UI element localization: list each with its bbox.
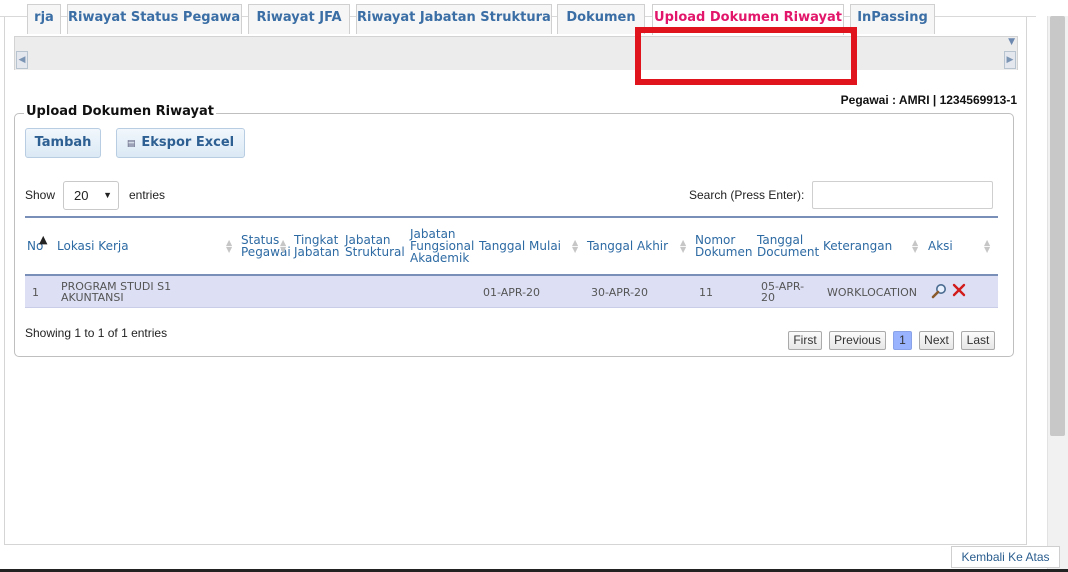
column-header-tingkat-line-2: Jabatan bbox=[294, 245, 340, 259]
add-button[interactable]: Tambah bbox=[25, 128, 101, 158]
cell-nomor-dokumen: 11 bbox=[699, 285, 713, 299]
tab-upload-dokumen-riwayat-label: Upload Dokumen Riwayat bbox=[654, 10, 842, 25]
cell-lokasi-kerja: PROGRAM STUDI S1 AKUNTANSI bbox=[61, 276, 171, 308]
chevron-down-icon: ▼ bbox=[103, 190, 112, 200]
search-label: Search (Press Enter): bbox=[689, 188, 805, 202]
tab-scroll-right-icon[interactable]: ▶ bbox=[1004, 51, 1016, 69]
tab-dokumen-label: Dokumen bbox=[566, 10, 636, 25]
cell-tanggal-akhir: 30-APR-20 bbox=[591, 285, 649, 299]
table-info: Showing 1 to 1 of 1 entries bbox=[25, 326, 168, 340]
tab-scroll-left-icon[interactable]: ◀ bbox=[16, 51, 28, 69]
entries-label: entries bbox=[129, 188, 166, 202]
column-header-tanggal-mulai[interactable]: Tanggal Mulai bbox=[479, 218, 561, 274]
column-header-nomor-line-2: Dokumen bbox=[695, 245, 753, 259]
pagination-previous-button[interactable]: Previous bbox=[829, 331, 886, 350]
back-to-top-link[interactable]: Kembali Ke Atas bbox=[951, 546, 1060, 568]
tab-upload-dokumen-riwayat[interactable]: Upload Dokumen Riwayat bbox=[652, 4, 844, 35]
cell-tanggal-mulai: 01-APR-20 bbox=[483, 285, 541, 299]
employee-info: Pegawai : AMRI | 1234569913-1 bbox=[840, 93, 1017, 107]
sort-icon: ▲ ▼ bbox=[984, 238, 991, 254]
printer-icon: ▤ bbox=[126, 139, 136, 149]
tab-riwayat-jabatan-struktural[interactable]: Riwayat Jabatan Struktural bbox=[356, 4, 552, 34]
sort-icon: ▲ ▼ bbox=[912, 238, 919, 254]
column-header-jabstruk-line-2: Struktural bbox=[345, 245, 405, 259]
view-search-icon[interactable] bbox=[931, 283, 947, 299]
column-header-no[interactable]: No bbox=[27, 218, 43, 274]
entries-length-value: 20 bbox=[74, 188, 89, 203]
cell-tgldoc-line-2: 20 bbox=[761, 291, 775, 304]
column-header-aksi-label: Aksi bbox=[928, 239, 953, 253]
column-header-keterangan[interactable]: Keterangan bbox=[823, 218, 892, 274]
column-header-jfa-line-3: Akademik bbox=[410, 251, 470, 265]
pagination-next-button[interactable]: Next bbox=[919, 331, 954, 350]
column-header-lokasi-kerja[interactable]: Lokasi Kerja bbox=[57, 218, 129, 274]
show-label: Show bbox=[25, 188, 56, 202]
column-header-keterangan-label: Keterangan bbox=[823, 239, 893, 253]
column-header-tgldoc-line-2: Document bbox=[757, 245, 820, 259]
export-excel-button[interactable]: ▤ Ekspor Excel bbox=[116, 128, 245, 158]
column-header-nomor-dokumen[interactable]: Nomor Dokumen bbox=[695, 218, 752, 274]
tab-bar: ▼ ◀ ▶ bbox=[14, 36, 1018, 70]
column-header-tanggal-akhir-label: Tanggal Akhir bbox=[587, 239, 669, 253]
cell-keterangan: WORKLOCATION bbox=[827, 285, 917, 299]
pagination-last-button[interactable]: Last bbox=[961, 331, 995, 350]
tab-riwayat-jfa[interactable]: Riwayat JFA bbox=[248, 4, 350, 34]
column-header-tanggal-akhir[interactable]: Tanggal Akhir bbox=[587, 218, 668, 274]
column-header-aksi[interactable]: Aksi bbox=[928, 218, 953, 274]
sort-icon: ▲ ▼ bbox=[280, 238, 287, 254]
tab-menu-icon[interactable]: ▼ bbox=[1008, 37, 1015, 47]
column-header-lokasi-kerja-label: Lokasi Kerja bbox=[57, 239, 129, 253]
sort-icon: ▲ ▼ bbox=[572, 238, 579, 254]
delete-x-icon[interactable] bbox=[951, 282, 967, 298]
tab-riwayat-lokasi-kerja[interactable]: rja bbox=[27, 4, 61, 34]
column-header-tanggal-mulai-label: Tanggal Mulai bbox=[479, 239, 562, 253]
tab-inpassing[interactable]: InPassing bbox=[850, 4, 935, 34]
column-header-jabatan-fungsional-akademik[interactable]: Jabatan Fungsional Akademik bbox=[410, 218, 474, 274]
active-tab-underline bbox=[653, 29, 843, 32]
tab-riwayat-status-pegawai[interactable]: Riwayat Status Pegawai bbox=[67, 4, 242, 34]
search-input[interactable] bbox=[812, 181, 993, 209]
pagination-first-button[interactable]: First bbox=[788, 331, 822, 350]
cell-tanggal-document: 05-APR- 20 bbox=[761, 276, 804, 308]
vertical-scrollbar-thumb[interactable] bbox=[1050, 16, 1065, 436]
sort-icon: ▲ ▼ bbox=[680, 238, 687, 254]
tab-dokumen[interactable]: Dokumen bbox=[557, 4, 645, 34]
entries-length-select[interactable]: 20 ▼ bbox=[63, 181, 119, 210]
panel-title: Upload Dokumen Riwayat bbox=[24, 104, 216, 119]
sort-icon: ▲ ▼ bbox=[226, 238, 233, 254]
sort-ascending-icon: ▲ bbox=[39, 233, 48, 246]
column-header-tanggal-document[interactable]: Tanggal Document bbox=[757, 218, 819, 274]
cell-lokasi-line-2: AKUNTANSI bbox=[61, 291, 124, 304]
export-excel-label: Ekspor Excel bbox=[141, 135, 235, 150]
column-header-tingkat-jabatan[interactable]: Tingkat Jabatan bbox=[294, 218, 340, 274]
column-header-jabatan-struktural[interactable]: Jabatan Struktural bbox=[345, 218, 405, 274]
cell-no: 1 bbox=[32, 285, 39, 299]
pagination-page-button[interactable]: 1 bbox=[893, 331, 912, 350]
